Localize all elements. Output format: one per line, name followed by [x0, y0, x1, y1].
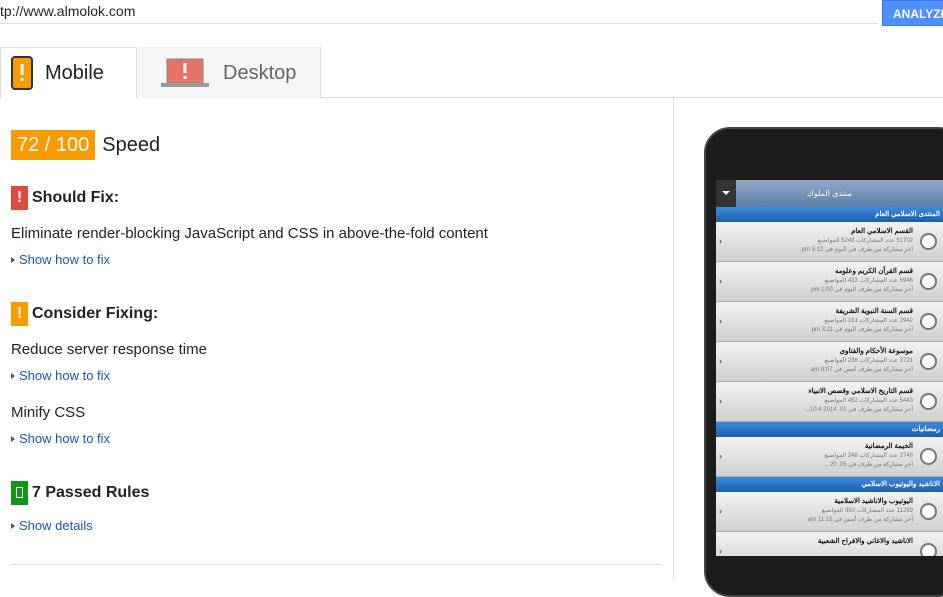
preview-header: منتدى الملوك: [716, 180, 943, 207]
mobile-preview-screen: منتدى الملوك المنتدى الاسلامي العام ‹ القس…: [716, 180, 943, 556]
preview-title: منتدى الملوك: [807, 189, 852, 198]
heading-text: Should Fix:: [32, 189, 120, 206]
analyze-button[interactable]: ANALYZE: [882, 0, 943, 26]
mobile-phone-warning-icon: [11, 56, 33, 90]
chevron-left-icon: ‹: [719, 396, 722, 406]
forum-item: ‹ قسم التاريخ الاسلامي وقصص الانبياء 5443 …: [716, 382, 943, 422]
tab-desktop[interactable]: Desktop: [137, 47, 321, 98]
rule-title: Eliminate render-blocking JavaScript and…: [11, 225, 488, 242]
heading-text: 7 Passed Rules: [32, 484, 150, 501]
forum-item: ‹ الاناشيد والاغاني والافراح الشعبية: [716, 532, 943, 556]
forum-icon: [920, 233, 937, 250]
forum-item: ‹ الخيمة الرمضانية 2748 عدد المشاركات 248 …: [716, 437, 943, 477]
tab-label: Desktop: [223, 61, 297, 84]
chevron-left-icon: ‹: [719, 316, 722, 326]
consider-fixing-heading: ! Consider Fixing:: [11, 302, 158, 326]
forum-item: ‹ قسم السنة النبوية الشريفة 2942 عدد المشا…: [716, 302, 943, 342]
forum-last-post: آخر مشاركة من طرف في 01. 2014 10:4...: [804, 407, 913, 413]
chevron-left-icon: ‹: [719, 451, 722, 461]
forum-stats: 2942 عدد المشاركات 161 المواضيع: [824, 318, 913, 324]
forum-section-header: المنتدى الاسلامي العام: [716, 207, 943, 222]
results-panel: 72 / 100 Speed ! Should Fix: Eliminate r…: [0, 98, 674, 579]
forum-icon: [920, 393, 937, 410]
forum-last-post: آخر مشاركة من طرف في 05. 20...: [824, 462, 913, 468]
show-how-to-fix-link[interactable]: Show how to fix: [11, 431, 110, 446]
device-tabs: Mobile Desktop: [0, 47, 943, 99]
forum-item: ‹ القسم الاسلامي العام 51702 عدد المشاركات…: [716, 222, 943, 262]
forum-title: القسم الاسلامي العام: [851, 228, 913, 235]
forum-stats: 5443 عدد المشاركات 452 المواضيع: [824, 398, 913, 404]
forum-title: الخيمة الرمضانية: [864, 443, 913, 450]
check-icon: [11, 481, 28, 505]
forum-section-header: الاناشيد واليوتيوب الاسلامي: [716, 477, 943, 492]
score-label: Speed: [102, 133, 161, 156]
chevron-left-icon: ‹: [719, 276, 722, 286]
url-input[interactable]: tp://www.almolok.com: [0, 0, 878, 24]
chevron-left-icon: ‹: [719, 546, 722, 556]
forum-title: قسم السنة النبوية الشريفة: [835, 308, 913, 315]
forum-title: الاناشيد والاغاني والافراح الشعبية: [817, 538, 913, 545]
link-text: Show how to fix: [19, 431, 111, 446]
should-fix-heading: ! Should Fix:: [11, 186, 119, 210]
forum-last-post: آخر مشاركة من طرف أمس في 11:15 am: [807, 517, 913, 523]
heading-text: Consider Fixing:: [32, 305, 159, 322]
forum-title: قسم التاريخ الاسلامي وقصص الانبياء: [808, 388, 913, 395]
forum-stats: 3721 عدد المشاركات 236 المواضيع: [824, 358, 913, 364]
exclamation-icon: !: [11, 302, 28, 326]
show-details-link[interactable]: Show details: [11, 518, 93, 533]
chevron-left-icon: ‹: [719, 506, 722, 516]
forum-stats: 6946 عدد المشاركات 433 المواضيع: [824, 278, 913, 284]
link-text: Show how to fix: [19, 252, 111, 267]
expand-triangle-icon: [11, 436, 15, 442]
show-how-to-fix-link[interactable]: Show how to fix: [11, 368, 110, 383]
forum-last-post: آخر مشاركة من طرف في اليوم في 5:12 pm: [801, 247, 913, 253]
link-text: Show how to fix: [19, 368, 111, 383]
exclamation-icon: !: [11, 186, 28, 210]
score-badge: 72 / 100: [11, 130, 96, 160]
forum-icon: [920, 273, 937, 290]
rule-title: Minify CSS: [11, 404, 86, 421]
forum-last-post: آخر مشاركة من طرف أمس في 8:07 am: [810, 367, 913, 373]
laptop-warning-icon: [161, 58, 209, 87]
tab-label: Mobile: [45, 62, 104, 84]
tab-mobile[interactable]: Mobile: [0, 47, 137, 99]
forum-icon: [920, 313, 937, 330]
forum-item: ‹ اليوتيوب والاناشيد الاسلامية 11259 عدد ا…: [716, 492, 943, 532]
forum-stats: 51702 عدد المشاركات 5243 المواضيع: [817, 238, 913, 244]
dropdown-icon: [716, 180, 736, 207]
forum-item: ‹ موسوعة الأحكام والفتاوى 3721 عدد المشارك…: [716, 342, 943, 382]
forum-title: موسوعة الأحكام والفتاوى: [839, 348, 913, 355]
expand-triangle-icon: [11, 257, 15, 263]
forum-section-header: رمضانيات: [716, 422, 943, 437]
forum-item: ‹ قسم القرآن الكريم وعلومه 6946 عدد المشار…: [716, 262, 943, 302]
forum-icon: [920, 448, 937, 465]
forum-icon: [920, 543, 937, 556]
passed-rules-heading: 7 Passed Rules: [11, 481, 149, 505]
rule-title: Reduce server response time: [11, 341, 207, 358]
expand-triangle-icon: [11, 523, 15, 529]
forum-icon: [920, 503, 937, 520]
show-how-to-fix-link[interactable]: Show how to fix: [11, 252, 110, 267]
expand-triangle-icon: [11, 373, 15, 379]
chevron-left-icon: ‹: [719, 356, 722, 366]
divider: [11, 564, 661, 565]
forum-last-post: آخر مشاركة من طرف اليوم في 3:11 pm: [811, 327, 913, 333]
speed-score: 72 / 100 Speed: [11, 130, 160, 160]
forum-title: قسم القرآن الكريم وعلومه: [834, 268, 913, 275]
chevron-left-icon: ‹: [719, 236, 722, 246]
link-text: Show details: [19, 518, 93, 533]
forum-stats: 2748 عدد المشاركات 248 المواضيع: [824, 453, 913, 459]
forum-last-post: آخر مشاركة من طرف اليوم في 1:00 pm: [811, 287, 913, 293]
forum-stats: 11259 عدد المشاركات 950 المواضيع: [821, 508, 913, 514]
forum-icon: [920, 353, 937, 370]
forum-title: اليوتيوب والاناشيد الاسلامية: [834, 498, 913, 505]
